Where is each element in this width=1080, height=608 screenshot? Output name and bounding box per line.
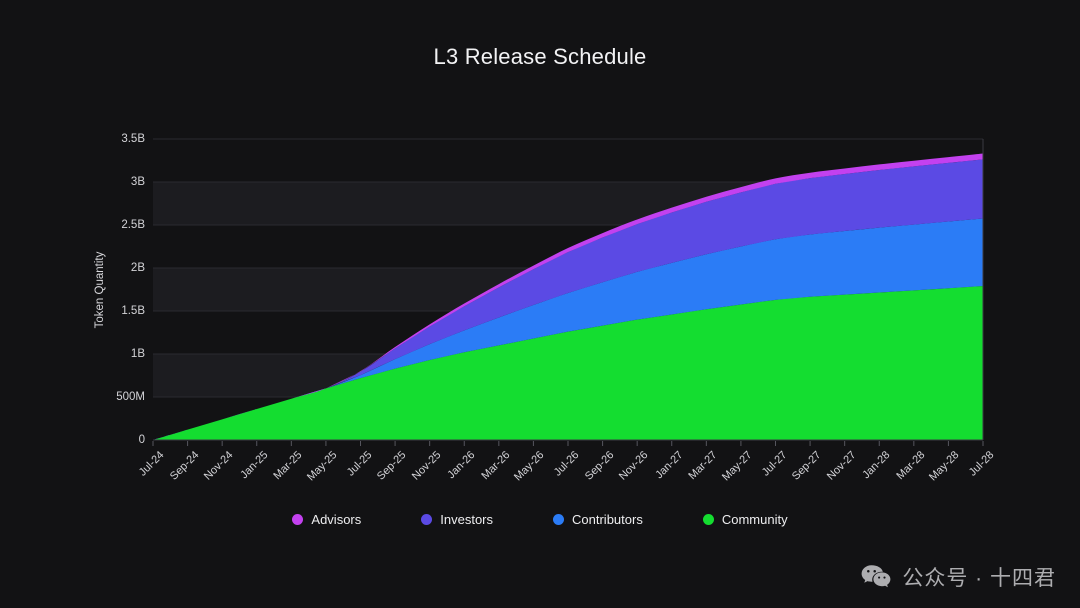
legend-item-advisors[interactable]: Advisors (292, 512, 361, 527)
legend-color-dot-icon (421, 514, 433, 525)
legend-item-label: Advisors (311, 512, 362, 527)
legend-item-community[interactable]: Community (702, 512, 788, 527)
legend-color-dot-icon (553, 514, 565, 525)
legend-color-dot-icon (702, 514, 714, 525)
legend-item-label: Investors (440, 512, 494, 527)
chart-legend: Advisors Investors Contributors Community (0, 512, 1080, 527)
legend-item-investors[interactable]: Investors (421, 512, 493, 527)
watermark: 公众号 · 十四君 (861, 562, 1056, 592)
legend-color-dot-icon (292, 514, 304, 525)
wechat-icon (861, 565, 891, 588)
watermark-text: 公众号 · 十四君 (902, 567, 1056, 590)
legend-item-label: Community (721, 512, 788, 527)
legend-item-contributors[interactable]: Contributors (553, 512, 643, 527)
legend-item-label: Contributors (572, 512, 643, 527)
chart-canvas: L3 Release Schedule 0 500M 1B 1.5B 2B 2.5B 3B 3… (0, 0, 1080, 608)
y-axis-title: Token Quantity (94, 251, 106, 329)
